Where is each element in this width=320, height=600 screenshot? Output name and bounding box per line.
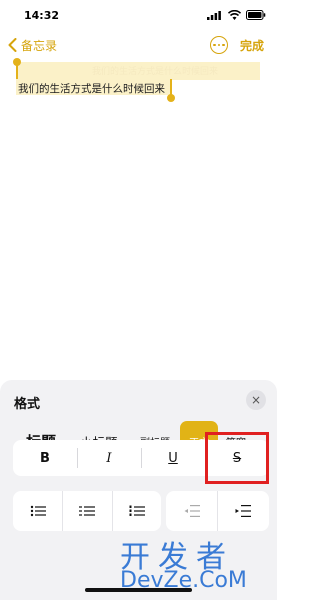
cellular-signal-icon: [207, 11, 221, 20]
dashed-list-icon: [79, 506, 95, 516]
battery-icon: [246, 10, 266, 20]
italic-button[interactable]: I: [77, 440, 141, 476]
selection-start-bar: [16, 62, 18, 80]
format-panel-title: 格式: [14, 397, 41, 412]
status-bar: 14:32: [0, 0, 277, 30]
wifi-icon: [228, 10, 241, 20]
increase-indent-button[interactable]: [217, 491, 269, 531]
underline-button[interactable]: U: [141, 440, 205, 476]
done-button[interactable]: 完成: [240, 37, 264, 54]
note-text[interactable]: 我们的生活方式是什么时候回来: [18, 81, 165, 96]
indent-group: [166, 491, 269, 531]
more-dot-icon: [217, 43, 221, 47]
back-label: 备忘录: [21, 38, 58, 53]
more-options-button[interactable]: [210, 36, 228, 54]
numbered-list-icon: [129, 505, 145, 516]
status-time: 14:32: [24, 9, 60, 22]
back-button[interactable]: 备忘录: [8, 36, 57, 54]
faded-title-text: 我们的生活方式是什么时候回来: [92, 67, 219, 77]
list-style-group: [13, 491, 161, 531]
dashed-list-button[interactable]: [62, 491, 112, 531]
outdent-icon: [184, 505, 200, 517]
home-indicator[interactable]: [85, 588, 192, 592]
more-dot-icon: [222, 43, 225, 47]
bulleted-list-icon: [30, 505, 46, 517]
bulleted-list-button[interactable]: [13, 491, 62, 531]
decrease-indent-button[interactable]: [166, 491, 217, 531]
indent-icon: [235, 505, 251, 517]
numbered-list-button[interactable]: [112, 491, 161, 531]
annotation-highlight-box: [205, 432, 269, 484]
site-watermark: 开发者 DevZe.CoM: [120, 532, 270, 593]
close-icon: ×: [250, 393, 262, 407]
close-button[interactable]: ×: [246, 390, 266, 410]
note-editor[interactable]: 我们的生活方式是什么时候回来 我们的生活方式是什么时候回来: [0, 58, 277, 380]
chevron-left-icon: [8, 38, 17, 52]
more-dot-icon: [213, 43, 216, 47]
selection-end-handle[interactable]: [167, 94, 175, 102]
bold-button[interactable]: B: [13, 440, 77, 476]
